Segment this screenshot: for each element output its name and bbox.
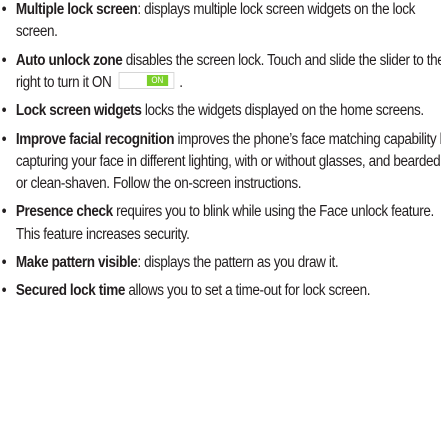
- item-term: Make pattern visible: [15, 253, 138, 271]
- list-item-improve-facial-recognition: • Improve facial recognition improves th…: [0, 129, 441, 196]
- item-description: locks the widgets displayed on the home …: [141, 102, 424, 120]
- item-term: Improve facial recognition: [15, 130, 175, 148]
- item-term: Auto unlock zone: [15, 51, 123, 69]
- bullet: •: [1, 282, 7, 300]
- item-description: displays the pattern as you draw it.: [140, 253, 339, 271]
- list-item-make-pattern-visible: • Make pattern visible: displays the pat…: [0, 252, 441, 274]
- list-item-auto-unlock-zone: • Auto unlock zone disables the screen l…: [0, 50, 441, 94]
- bullet: •: [1, 130, 7, 148]
- item-term: Multiple lock screen: [15, 1, 138, 18]
- bullet: •: [1, 203, 7, 221]
- item-term: Secured lock time: [15, 282, 126, 300]
- toggle-off-area: [122, 74, 143, 86]
- item-term: Presence check: [15, 203, 113, 221]
- settings-description-list: • Multiple lock screen: displays multipl…: [0, 0, 441, 309]
- bullet: •: [1, 1, 7, 18]
- bullet: •: [1, 253, 7, 271]
- item-description-end: .: [175, 73, 183, 91]
- bullet: •: [1, 102, 7, 120]
- list-item-presence-check: • Presence check requires you to blink w…: [0, 201, 441, 245]
- on-toggle-switch-icon: ON: [118, 71, 175, 89]
- item-term: Lock screen widgets: [15, 102, 142, 120]
- item-description: allows you to set a time-out for lock sc…: [125, 282, 371, 300]
- list-item-lock-screen-widgets: • Lock screen widgets locks the widgets …: [0, 100, 441, 122]
- list-item-multiple-lock-screen: • Multiple lock screen: displays multipl…: [0, 0, 441, 43]
- list-item-secured-lock-time: • Secured lock time allows you to set a …: [0, 280, 441, 302]
- toggle-on-label: ON: [146, 74, 168, 86]
- bullet: •: [1, 51, 7, 69]
